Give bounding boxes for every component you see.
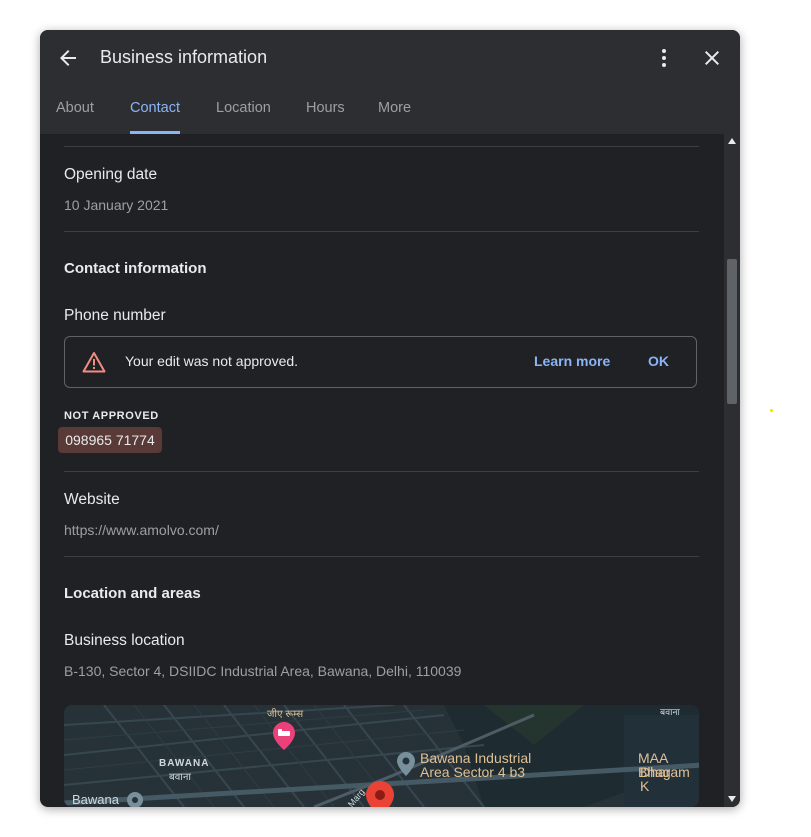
learn-more-link[interactable]: Learn more [534,353,610,369]
divider [64,231,699,232]
tab-more[interactable]: More [378,100,411,134]
bawana-pin-icon[interactable] [126,791,144,807]
divider [64,471,699,472]
tab-bar: About Contact Location Hours More [40,92,740,134]
map-label-top-right: बवाना [660,707,680,717]
map-label-bawana-hindi: बवाना [169,772,191,783]
tab-contact[interactable]: Contact [130,100,180,134]
dialog-title: Business information [100,47,268,67]
cursor-dot [770,409,773,412]
divider [64,556,699,557]
scroll-thumb[interactable] [727,259,737,404]
scroll-content: Opening date 10 January 2021 Contact inf… [40,134,724,807]
business-location-pin-icon[interactable] [366,781,394,807]
business-location-label: Business location [64,632,185,649]
more-vert-icon [662,49,666,67]
alert-message: Your edit was not approved. [125,353,299,369]
map-label-maa-2: Dharam K [640,764,690,794]
close-button[interactable] [700,46,724,70]
contact-information-heading: Contact information [64,260,207,277]
tab-location[interactable]: Location [216,100,271,134]
dialog-header: Business information About Contact Locat… [40,30,740,134]
more-options-button[interactable] [652,46,676,70]
business-information-dialog: Business information About Contact Locat… [40,30,740,807]
business-location-address: B-130, Sector 4, DSIIDC Industrial Area,… [64,663,462,679]
map-label-industrial-2: Area Sector 4 b3 [420,764,526,780]
scroll-down-arrow[interactable] [728,796,736,802]
divider [64,146,699,147]
location-and-areas-heading: Location and areas [64,585,201,602]
phone-number-value: 098965 71774 [58,427,162,453]
map-label-hotel: जीए रूम्स [267,709,304,720]
edit-not-approved-alert: Your edit was not approved. Learn more O… [64,336,697,388]
hotel-pin-icon[interactable] [273,722,295,750]
opening-date-value: 10 January 2021 [64,197,169,213]
phone-number-label: Phone number [64,307,166,324]
not-approved-status: NOT APPROVED [64,410,159,422]
back-button[interactable] [56,46,80,70]
close-icon [705,51,719,65]
tab-about[interactable]: About [56,100,94,134]
website-value: https://www.amolvo.com/ [64,522,219,538]
tab-hours[interactable]: Hours [306,100,345,134]
ok-button[interactable]: OK [648,353,669,369]
scrollbar[interactable] [724,134,740,807]
place-pin-icon[interactable] [397,752,415,776]
location-map[interactable]: जीए रूम्स BAWANA बवाना Bawana Industrial… [64,705,699,807]
map-label-industrial-1: Bawana Industrial [420,750,532,766]
map-label-bawana-place: Bawana [72,792,119,807]
arrow-back-icon [60,50,76,66]
opening-date-label: Opening date [64,166,158,183]
warning-icon [82,352,106,373]
map-label-bawana: BAWANA [159,758,210,769]
scroll-up-arrow[interactable] [728,138,736,144]
website-label: Website [64,491,120,508]
